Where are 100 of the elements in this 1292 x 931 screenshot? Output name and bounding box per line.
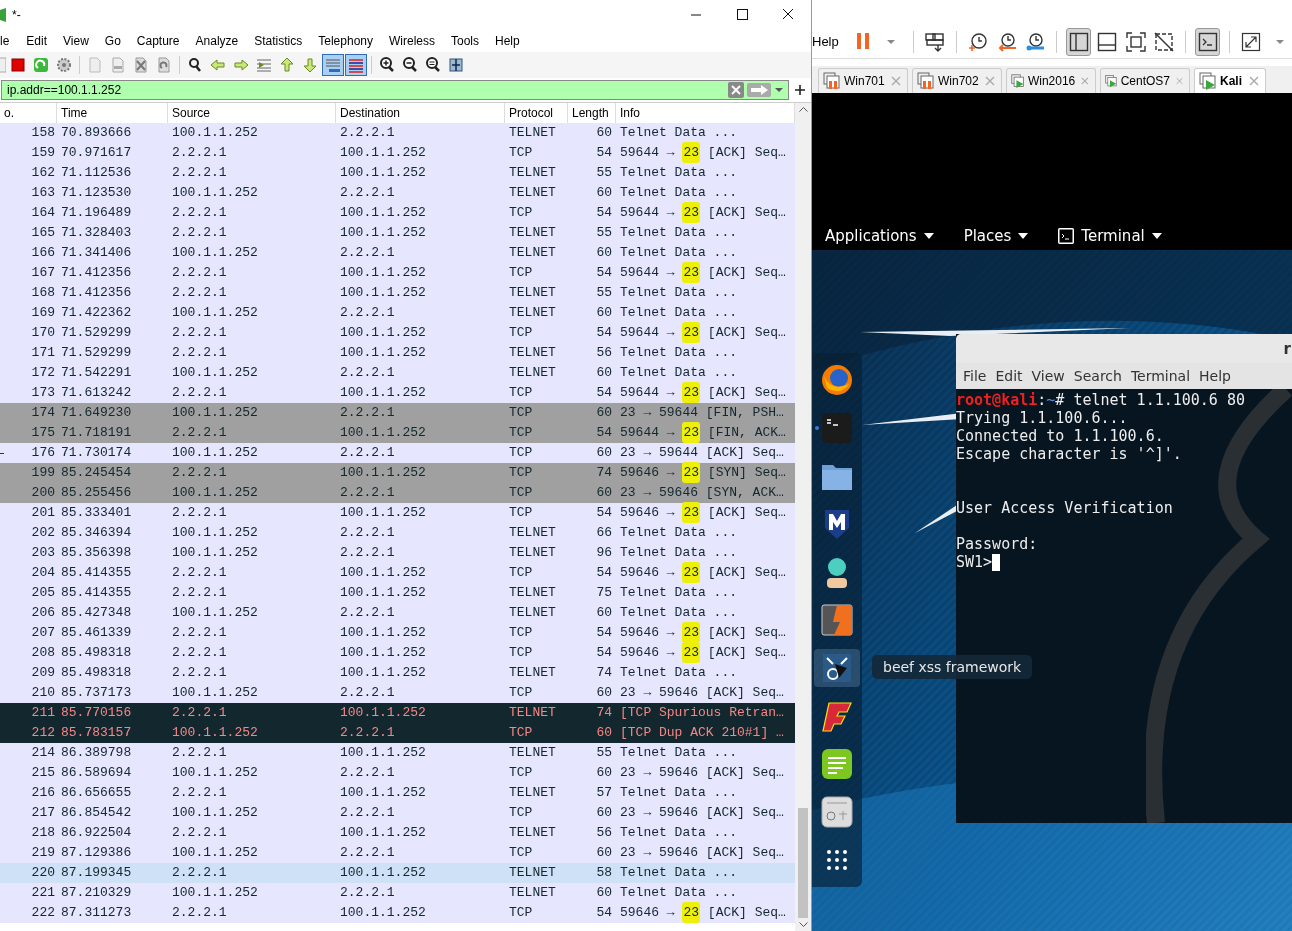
packet-row[interactable]: 163 71.123530 100.1.1.252 2.2.2.1 TELNET 60 Telnet Data ... <box>0 183 795 203</box>
table-cell-text: TCP <box>508 464 534 482</box>
packet-row[interactable]: 173 71.613242 2.2.2.1 100.1.1.252 TCP 54 59644 → 23 [ACK] Seq… <box>0 383 795 403</box>
packet-row[interactable]: 170 71.529299 2.2.2.1 100.1.1.252 TCP 54 59644 → 23 [ACK] Seq… <box>0 323 795 343</box>
vm-tab[interactable]: Kali <box>1194 68 1266 93</box>
packet-row[interactable]: 201 85.333401 2.2.2.1 100.1.1.252 TCP 54 59646 → 23 [ACK] Seq… <box>0 503 795 523</box>
packet-row[interactable]: 219 87.129386 100.1.1.252 2.2.2.1 TCP 60 23 → 59646 [ACK] Seq… <box>0 843 795 863</box>
packet-row[interactable]: 214 86.389798 2.2.2.1 100.1.1.252 TELNET 55 Telnet Data ... <box>0 743 795 763</box>
scroll-up-icon[interactable] <box>798 107 808 112</box>
table-cell-text: TELNET <box>508 544 557 562</box>
packet-row[interactable]: 211 85.770156 2.2.2.1 100.1.1.252 TELNET 74 [TCP Spurious Retran… <box>0 703 795 723</box>
packet-row[interactable]: 172 71.542291 100.1.1.252 2.2.2.1 TELNET 60 Telnet Data ... <box>0 363 795 383</box>
dock-item[interactable] <box>814 649 860 687</box>
packet-row[interactable]: 203 85.356398 100.1.1.252 2.2.2.1 TELNET 96 Telnet Data ... <box>0 543 795 563</box>
table-cell-text: 163 <box>31 184 55 202</box>
menu-item[interactable]: Terminal <box>1130 368 1191 384</box>
table-cell-text: 100.1.1.252 <box>171 544 259 562</box>
table-cell-text: 74 <box>595 464 613 482</box>
packet-row[interactable]: 174 71.649230 100.1.1.252 2.2.2.1 TCP 60 23 → 59644 [FIN, PSH… <box>0 403 795 423</box>
packet-row[interactable]: 166 71.341406 100.1.1.252 2.2.2.1 TELNET 60 Telnet Data ... <box>0 243 795 263</box>
packet-row[interactable]: 162 71.112536 2.2.2.1 100.1.1.252 TELNET 55 Telnet Data ... <box>0 163 795 183</box>
packet-row[interactable]: 220 87.199345 2.2.2.1 100.1.1.252 TELNET 58 Telnet Data ... <box>0 863 795 883</box>
menu-item[interactable]: Go <box>96 34 129 48</box>
packet-row[interactable]: 176 71.730174 100.1.1.252 2.2.2.1 TCP 60 23 → 59644 [ACK] Seq… <box>0 443 795 463</box>
table-cell-text: 85.414355 <box>60 564 133 582</box>
colorize-icon <box>347 56 365 74</box>
table-cell-text: 60 <box>595 444 613 462</box>
add-icon[interactable] <box>795 85 805 95</box>
vm-tab[interactable]: Win701 <box>818 68 908 93</box>
table-cell-text: TCP <box>508 844 534 862</box>
packet-row[interactable]: 199 85.245454 2.2.2.1 100.1.1.252 TCP 74 59646 → 23 [SYN] Seq… <box>0 463 795 483</box>
packet-row[interactable]: 209 85.498318 2.2.2.1 100.1.1.252 TELNET 74 Telnet Data ... <box>0 663 795 683</box>
menu-item[interactable]: View <box>55 34 97 48</box>
vm-tab[interactable]: Win2016 <box>1006 68 1096 93</box>
table-cell-text: 86.589694 <box>60 764 133 782</box>
table-cell-text: TCP <box>508 444 534 462</box>
menu-item[interactable]: View <box>1031 368 1065 384</box>
vm-tab[interactable]: CentOS7 <box>1100 68 1190 93</box>
menu-item[interactable]: Analyze <box>187 34 247 48</box>
table-cell-text: TCP <box>508 204 534 222</box>
table-cell-text: 85.255456 <box>60 484 133 502</box>
table-cell-text: [TCP Dup ACK 210#1] … <box>619 724 785 742</box>
filter-field[interactable]: ip.addr==100.1.1.252 <box>1 80 789 100</box>
menu-item[interactable]: Telephony <box>310 34 381 48</box>
table-cell-text: 23 → 59644 [ACK] Seq… <box>619 444 785 462</box>
packet-row[interactable]: 202 85.346394 100.1.1.252 2.2.2.1 TELNET 66 Telnet Data ... <box>0 523 795 543</box>
panel-menu[interactable]: Places <box>963 226 1029 245</box>
packet-row[interactable]: 210 85.737173 100.1.1.252 2.2.2.1 TCP 60 23 → 59646 [ACK] Seq… <box>0 683 795 703</box>
packet-row[interactable]: 204 85.414355 2.2.2.1 100.1.1.252 TCP 54 59646 → 23 [ACK] Seq… <box>0 563 795 583</box>
packet-row[interactable]: 215 86.589694 100.1.1.252 2.2.2.1 TCP 60 23 → 59646 [ACK] Seq… <box>0 763 795 783</box>
scroll-down-icon[interactable] <box>798 922 808 927</box>
table-cell-text: 2.2.2.1 <box>171 584 228 602</box>
toolbar-button[interactable] <box>1066 27 1091 56</box>
app-icon <box>0 8 6 22</box>
menu-item[interactable]: File <box>963 368 987 384</box>
toolbar-button[interactable] <box>1195 27 1221 56</box>
packet-row[interactable]: 171 71.529299 2.2.2.1 100.1.1.252 TELNET 56 Telnet Data ... <box>0 343 795 363</box>
menu-item[interactable]: Wireless <box>381 34 443 48</box>
packet-row[interactable]: 221 87.210329 100.1.1.252 2.2.2.1 TELNET 60 Telnet Data ... <box>0 883 795 903</box>
packet-row[interactable]: 212 85.783157 100.1.1.252 2.2.2.1 TCP 60 [TCP Dup ACK 210#1] … <box>0 723 795 743</box>
packet-row[interactable]: 167 71.412356 2.2.2.1 100.1.1.252 TCP 54 59644 → 23 [ACK] Seq… <box>0 263 795 283</box>
packet-row[interactable]: 207 85.461339 2.2.2.1 100.1.1.252 TCP 54 59646 → 23 [ACK] Seq… <box>0 623 795 643</box>
clear-icon[interactable] <box>728 82 744 98</box>
menu-item[interactable]: Tools <box>443 34 487 48</box>
menu-item[interactable]: Capture <box>128 34 188 48</box>
table-cell: 59644 → 23 [ACK] Seq… <box>616 143 795 163</box>
packet-row[interactable]: 175 71.718191 2.2.2.1 100.1.1.252 TCP 54 59644 → 23 [FIN, ACK… <box>0 423 795 443</box>
packet-row[interactable]: 218 86.922504 2.2.2.1 100.1.1.252 TELNET 56 Telnet Data ... <box>0 823 795 843</box>
menu-item[interactable]: Search <box>1073 368 1122 384</box>
packet-row[interactable]: 165 71.328403 2.2.2.1 100.1.1.252 TELNET 55 Telnet Data ... <box>0 223 795 243</box>
dropdown-caret-icon[interactable] <box>774 87 784 93</box>
packet-row[interactable]: 216 86.656655 2.2.2.1 100.1.1.252 TELNET 57 Telnet Data ... <box>0 783 795 803</box>
packet-row[interactable]: 208 85.498318 2.2.2.1 100.1.1.252 TCP 54 59646 → 23 [ACK] Seq… <box>0 643 795 663</box>
packet-row[interactable]: 168 71.412356 2.2.2.1 100.1.1.252 TELNET 55 Telnet Data ... <box>0 283 795 303</box>
table-cell-text: TELNET <box>508 304 557 322</box>
menu-item[interactable]: Help <box>812 34 839 49</box>
packet-row[interactable]: 169 71.422362 100.1.1.252 2.2.2.1 TELNET 60 Telnet Data ... <box>0 303 795 323</box>
packet-row[interactable]: 158 70.893666 100.1.1.252 2.2.2.1 TELNET 60 Telnet Data ... <box>0 123 795 143</box>
menu-item[interactable]: Statistics <box>246 34 311 48</box>
menu-item[interactable]: Help <box>1199 368 1231 384</box>
menu-item[interactable]: Edit <box>995 368 1023 384</box>
menu-item[interactable]: Edit <box>18 34 56 48</box>
vm-tab[interactable]: Win702 <box>912 68 1002 93</box>
packet-row[interactable]: 164 71.196489 2.2.2.1 100.1.1.252 TCP 54 59644 → 23 [ACK] Seq… <box>0 203 795 223</box>
menu-item[interactable]: Help <box>487 34 528 48</box>
packet-row[interactable]: 159 70.971617 2.2.2.1 100.1.1.252 TCP 54 59644 → 23 [ACK] Seq… <box>0 143 795 163</box>
panel-menu[interactable]: Terminal <box>1058 226 1162 245</box>
packet-row[interactable]: 217 86.854542 100.1.1.252 2.2.2.1 TCP 60 23 → 59646 [ACK] Seq… <box>0 803 795 823</box>
packet-row[interactable]: 206 85.427348 100.1.1.252 2.2.2.1 TELNET 60 Telnet Data ... <box>0 603 795 623</box>
scrollbar[interactable] <box>795 103 811 931</box>
table-cell-text: 100.1.1.252 <box>171 304 259 322</box>
packet-row[interactable]: 222 87.311273 2.2.2.1 100.1.1.252 TCP 54 59646 → 23 [ACK] Seq… <box>0 903 795 923</box>
menu-item[interactable]: le <box>0 34 19 48</box>
table-cell-text: 2.2.2.1 <box>171 204 228 222</box>
packet-row[interactable]: 200 85.255456 100.1.1.252 2.2.2.1 TCP 60 23 → 59646 [SYN, ACK… <box>0 483 795 503</box>
panel-menu[interactable]: Applications <box>825 226 934 245</box>
packet-row[interactable]: 205 85.414355 2.2.2.1 100.1.1.252 TELNET 75 Telnet Data ... <box>0 583 795 603</box>
terminal-line: Escape character is '^]'. <box>956 445 1182 463</box>
scroll-thumb[interactable] <box>798 808 808 918</box>
table-cell-text: 55 <box>595 284 613 302</box>
